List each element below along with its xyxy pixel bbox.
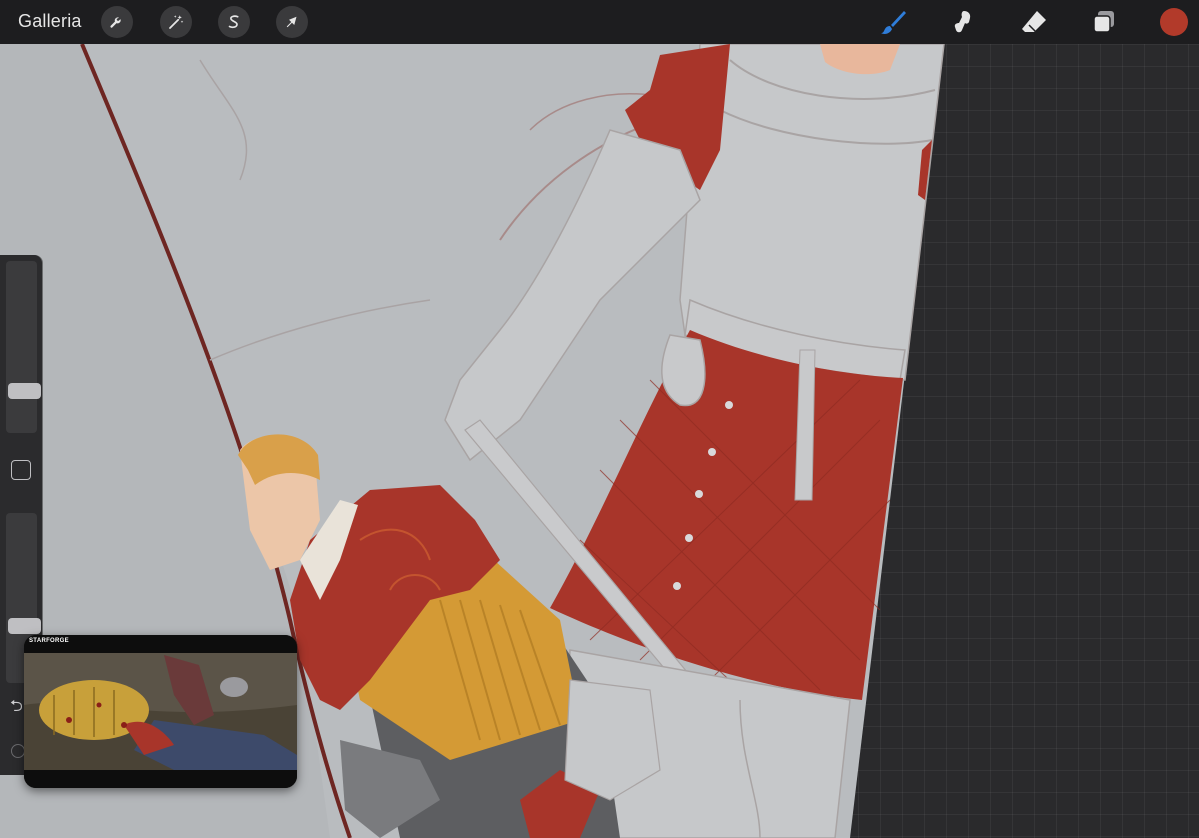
procreate-app: Galleria ⮌ STARFORGE — [0, 0, 1199, 838]
layers-button[interactable] — [1088, 6, 1120, 38]
undo-arrow-icon[interactable]: ⮌ — [10, 695, 23, 722]
color-swatch[interactable] — [1160, 8, 1188, 36]
eraser-button[interactable] — [1018, 6, 1050, 38]
reference-video[interactable]: STARFORGE — [24, 635, 297, 788]
opacity-thumb[interactable] — [8, 618, 41, 634]
gallery-button[interactable]: Galleria — [18, 11, 82, 32]
wrench-icon — [110, 17, 121, 28]
pouch — [661, 334, 706, 407]
selection-button[interactable] — [218, 6, 250, 38]
brush-size-thumb[interactable] — [8, 383, 41, 399]
reference-frame — [24, 635, 297, 788]
selection-s-icon — [228, 15, 239, 29]
top-toolbar: Galleria — [0, 0, 1199, 44]
magic-wand-icon — [169, 15, 184, 29]
studio-logo: STARFORGE — [29, 638, 69, 644]
arrow-cursor-icon — [286, 16, 297, 28]
smudge-button[interactable] — [948, 6, 980, 38]
brush-size-slider[interactable] — [6, 261, 41, 433]
brush-icon — [881, 11, 906, 34]
redo-icon[interactable] — [11, 744, 25, 758]
adjustments-button[interactable] — [160, 6, 192, 38]
layers-icon — [1093, 11, 1114, 33]
brush-button[interactable] — [877, 6, 909, 38]
square-modify-icon[interactable] — [11, 460, 31, 480]
smudge-icon — [954, 11, 971, 33]
actions-button[interactable] — [101, 6, 133, 38]
transform-button[interactable] — [276, 6, 308, 38]
eraser-icon — [1022, 11, 1046, 32]
